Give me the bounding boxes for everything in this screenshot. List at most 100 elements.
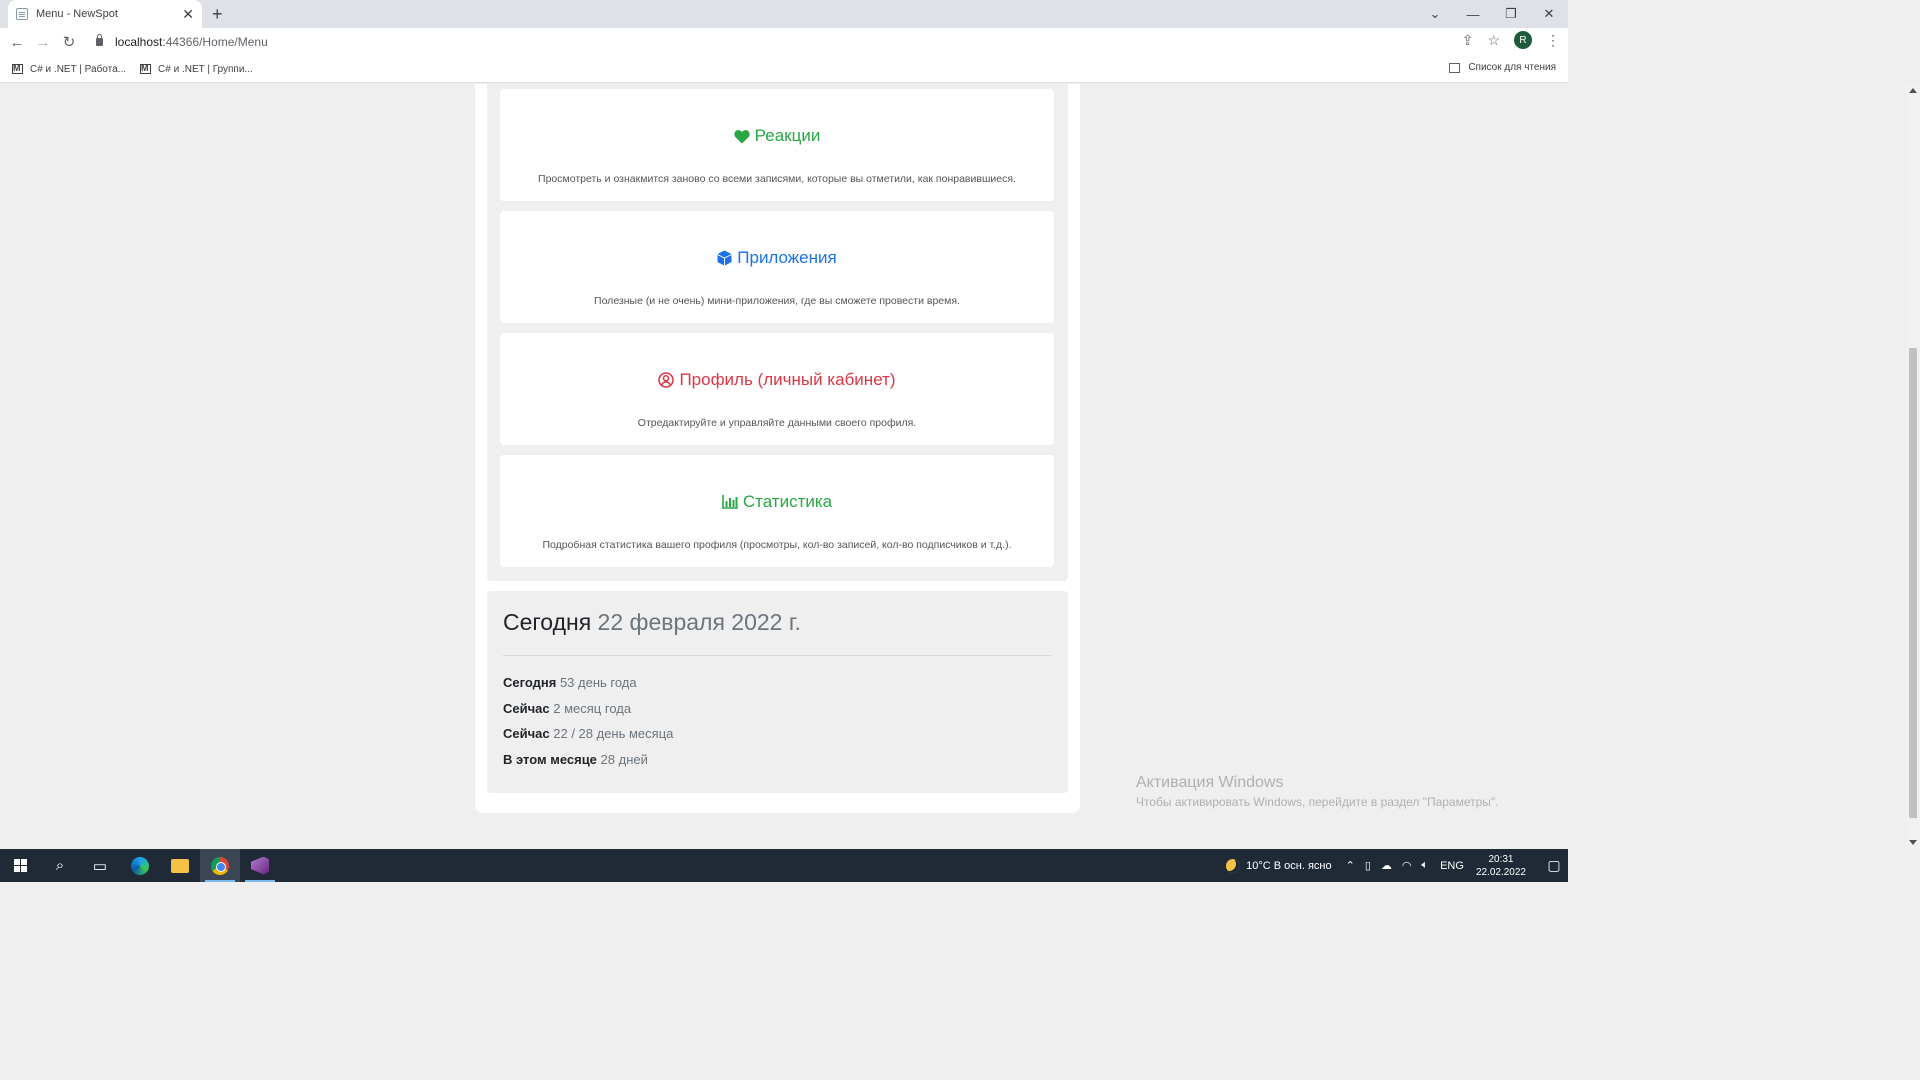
window-controls: ⌄ — ❐ ✕ <box>1416 0 1568 28</box>
taskbar-explorer[interactable] <box>160 849 200 882</box>
taskbar-edge[interactable] <box>120 849 160 882</box>
card-description: Просмотреть и ознакмится заново со всеми… <box>538 173 1016 185</box>
weather-widget[interactable]: 10°C В осн. ясно <box>1226 858 1332 873</box>
card-title[interactable]: Реакции <box>500 126 1054 146</box>
input-language[interactable]: ENG <box>1440 860 1464 872</box>
card-title-text: Реакции <box>754 126 821 145</box>
bar-chart-icon <box>722 495 738 509</box>
today-stat-row: В этом месяце 28 дней <box>503 752 673 778</box>
lock-icon <box>96 34 103 46</box>
search-icon[interactable]: ⌕ <box>40 849 80 882</box>
gmail-icon <box>12 63 23 74</box>
bookmark-item[interactable]: C# и .NET | Группи... <box>140 63 253 75</box>
today-stat-row: Сейчас 22 / 28 день месяца <box>503 726 673 752</box>
card-title[interactable]: Статистика <box>500 492 1054 512</box>
watermark-title: Активация Windows <box>1136 774 1284 791</box>
tab-search-chevron-icon[interactable]: ⌄ <box>1416 6 1454 22</box>
clock-time: 20:31 <box>1488 853 1514 865</box>
notifications-icon[interactable]: ▢ <box>1540 849 1568 882</box>
today-heading-label: Сегодня <box>503 609 592 635</box>
bookmark-star-icon[interactable]: ☆ <box>1487 32 1500 49</box>
browser-tab-strip: Menu - NewSpot ✕ + ⌄ — ❐ ✕ <box>0 0 1568 28</box>
minimize-button[interactable]: — <box>1454 7 1492 22</box>
chevron-up-icon[interactable]: ⌃ <box>1346 859 1355 872</box>
stat-label: Сейчас <box>503 700 550 716</box>
today-stats-list: Сегодня 53 день года Сейчас 2 месяц года… <box>503 675 673 777</box>
windows-taskbar: ⌕ ▭ 10°C В осн. ясно ⌃ ▯ ☁ ◠ 🔈︎ ENG 20:3… <box>0 849 1568 882</box>
divider <box>503 655 1051 656</box>
address-bar-row: ← → ↻ localhost:44366/Home/Menu ⇪ ☆ R ⋮ <box>0 28 1568 56</box>
page-viewport: Реакции Просмотреть и ознакмится заново … <box>0 84 1554 849</box>
windows-activation-watermark: Активация Windows Чтобы активировать Win… <box>1136 774 1499 809</box>
stat-value: 2 месяц года <box>553 700 632 716</box>
url-host: localhost <box>115 35 163 49</box>
share-icon[interactable]: ⇪ <box>1462 32 1474 49</box>
wifi-icon[interactable]: ◠ <box>1402 859 1412 872</box>
volume-icon[interactable]: 🔈︎ <box>1421 859 1428 872</box>
content-container: Реакции Просмотреть и ознакмится заново … <box>475 84 1080 813</box>
box-icon <box>717 250 732 266</box>
reload-icon[interactable]: ↻ <box>56 33 82 51</box>
windows-logo-icon <box>13 859 27 872</box>
bookmarks-bar: C# и .NET | Работа... C# и .NET | Группи… <box>0 56 1568 83</box>
start-button[interactable] <box>0 849 40 882</box>
reading-list-label: Список для чтения <box>1468 62 1556 73</box>
browser-tab[interactable]: Menu - NewSpot ✕ <box>8 0 202 28</box>
today-heading: Сегодня 22 февраля 2022 г. <box>503 609 801 636</box>
bookmark-label: C# и .NET | Работа... <box>30 63 127 75</box>
menu-card-apps[interactable]: Приложения Полезные (и не очень) мини-пр… <box>500 211 1054 323</box>
heart-icon <box>734 129 750 143</box>
page-scrollbar[interactable] <box>1906 84 1920 849</box>
new-tab-button[interactable]: + <box>212 4 223 25</box>
taskbar-chrome[interactable] <box>200 849 240 882</box>
task-view-icon[interactable]: ▭ <box>80 849 120 882</box>
gmail-icon <box>140 63 152 74</box>
kebab-menu-icon[interactable]: ⋮ <box>1546 32 1560 49</box>
taskbar-clock[interactable]: 20:31 22.02.2022 <box>1476 853 1526 879</box>
bookmark-item[interactable]: C# и .NET | Работа... <box>12 63 127 75</box>
menu-panel: Реакции Просмотреть и ознакмится заново … <box>487 84 1068 581</box>
reading-list-icon <box>1449 62 1461 73</box>
stat-label: В этом месяце <box>503 751 597 767</box>
onedrive-cloud-icon[interactable]: ☁ <box>1381 859 1392 872</box>
stat-value: 28 дней <box>600 751 648 767</box>
today-stat-row: Сейчас 2 месяц года <box>503 701 673 727</box>
card-description: Подробная статистика вашего профиля (про… <box>542 539 1012 551</box>
tab-close-icon[interactable]: ✕ <box>182 6 194 23</box>
card-title-text: Статистика <box>742 492 833 511</box>
stat-value: 22 / 28 день месяца <box>553 726 674 741</box>
reading-list-button[interactable]: Список для чтения <box>1449 62 1556 73</box>
page-favicon-icon <box>16 8 28 20</box>
card-description: Полезные (и не очень) мини-приложения, г… <box>594 295 960 307</box>
stat-label: Сейчас <box>503 726 550 741</box>
scroll-up-arrow-icon[interactable] <box>1909 88 1917 93</box>
scroll-down-arrow-icon[interactable] <box>1909 840 1917 845</box>
profile-avatar[interactable]: R <box>1514 31 1532 49</box>
menu-card-statistics[interactable]: Статистика Подробная статистика вашего п… <box>500 455 1054 567</box>
forward-arrow-icon[interactable]: → <box>30 34 56 51</box>
menu-card-profile[interactable]: Профиль (личный кабинет) Отредактируйте … <box>500 333 1054 445</box>
watermark-subtitle: Чтобы активировать Windows, перейдите в … <box>1136 795 1499 809</box>
device-icon[interactable]: ▯ <box>1365 859 1371 872</box>
taskbar-visual-studio[interactable] <box>240 849 280 882</box>
folder-icon <box>171 858 189 873</box>
stat-label: Сегодня <box>503 675 557 690</box>
url-path: :44366/Home/Menu <box>162 35 268 49</box>
menu-card-reactions[interactable]: Реакции Просмотреть и ознакмится заново … <box>500 89 1054 201</box>
card-title[interactable]: Профиль (личный кабинет) <box>500 370 1054 390</box>
restore-button[interactable]: ❐ <box>1492 6 1530 22</box>
tray-icons: ⌃ ▯ ☁ ◠ 🔈︎ <box>1346 859 1429 872</box>
card-title[interactable]: Приложения <box>500 248 1054 268</box>
user-circle-icon <box>658 372 675 388</box>
edge-icon <box>131 856 149 875</box>
stat-value: 53 день года <box>559 675 637 690</box>
moon-icon <box>1226 858 1241 873</box>
scrollbar-thumb[interactable] <box>1909 348 1917 818</box>
url-field[interactable]: localhost:44366/Home/Menu <box>96 31 268 53</box>
card-description: Отредактируйте и управляйте данными свое… <box>637 417 917 429</box>
today-heading-date: 22 февраля 2022 г. <box>597 609 801 635</box>
address-bar-actions: ⇪ ☆ R ⋮ <box>1462 31 1560 49</box>
back-arrow-icon[interactable]: ← <box>4 34 30 51</box>
card-title-text: Приложения <box>737 248 837 267</box>
close-window-button[interactable]: ✕ <box>1530 6 1568 22</box>
